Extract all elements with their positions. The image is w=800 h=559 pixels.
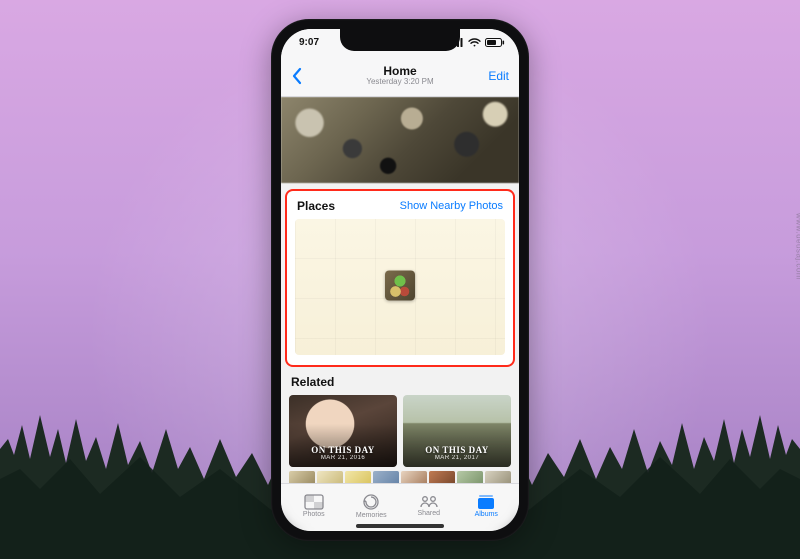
tab-shared[interactable]: Shared — [400, 495, 458, 517]
tab-albums[interactable]: Albums — [458, 494, 516, 518]
related-section: Related ON THIS DAY MAR 21, 2016 ON THIS… — [287, 373, 513, 483]
show-nearby-link[interactable]: Show Nearby Photos — [400, 200, 503, 212]
tab-label: Shared — [417, 510, 440, 517]
related-card[interactable]: ON THIS DAY MAR 21, 2017 — [403, 395, 511, 467]
iphone-screen: 9:07 — [281, 29, 519, 531]
related-date: MAR 21, 2016 — [321, 455, 365, 461]
related-overline: ON THIS DAY — [311, 445, 375, 455]
battery-icon — [485, 38, 505, 47]
places-title: Places — [297, 199, 335, 213]
thumbnail[interactable] — [457, 471, 483, 483]
status-time: 9:07 — [299, 37, 319, 48]
edit-button[interactable]: Edit — [469, 69, 509, 83]
home-indicator[interactable] — [356, 524, 444, 528]
related-title: Related — [287, 373, 513, 395]
nav-bar: Home Yesterday 3:20 PM Edit — [281, 57, 519, 97]
tab-label: Memories — [356, 512, 387, 519]
shared-icon — [419, 495, 439, 509]
nav-left — [291, 67, 331, 85]
iphone-frame: 9:07 — [271, 19, 529, 541]
background-photo: www.deusaj.com 9:07 — [0, 0, 800, 559]
back-button[interactable] — [291, 67, 303, 85]
map-photo-pin[interactable] — [385, 270, 415, 300]
thumbnail[interactable] — [429, 471, 455, 483]
nav-center: Home Yesterday 3:20 PM — [331, 65, 469, 87]
tab-memories[interactable]: Memories — [343, 493, 401, 519]
thumbnail[interactable] — [289, 471, 315, 483]
places-card[interactable]: Places Show Nearby Photos — [287, 191, 513, 365]
related-date: MAR 21, 2017 — [435, 455, 479, 461]
related-row: ON THIS DAY MAR 21, 2016 ON THIS DAY MAR… — [287, 395, 513, 467]
scroll-content[interactable]: Places Show Nearby Photos Related ON THI… — [281, 97, 519, 483]
nav-subtitle: Yesterday 3:20 PM — [331, 78, 469, 87]
tab-label: Photos — [303, 511, 325, 518]
tab-photos[interactable]: Photos — [285, 494, 343, 518]
thumbnail-strip — [287, 467, 513, 483]
related-card[interactable]: ON THIS DAY MAR 21, 2016 — [289, 395, 397, 467]
memories-icon — [362, 493, 380, 511]
wifi-icon — [468, 38, 481, 47]
tab-label: Albums — [475, 511, 498, 518]
places-map[interactable] — [295, 219, 505, 355]
places-header: Places Show Nearby Photos — [295, 199, 505, 213]
photos-icon — [304, 494, 324, 510]
watermark: www.deusaj.com — [795, 212, 800, 279]
nav-title: Home — [331, 65, 469, 78]
thumbnail[interactable] — [345, 471, 371, 483]
thumbnail[interactable] — [317, 471, 343, 483]
hero-photo[interactable] — [281, 97, 519, 183]
thumbnail[interactable] — [373, 471, 399, 483]
notch — [340, 29, 460, 51]
albums-icon — [476, 494, 496, 510]
related-overline: ON THIS DAY — [425, 445, 489, 455]
thumbnail[interactable] — [401, 471, 427, 483]
thumbnail[interactable] — [485, 471, 511, 483]
